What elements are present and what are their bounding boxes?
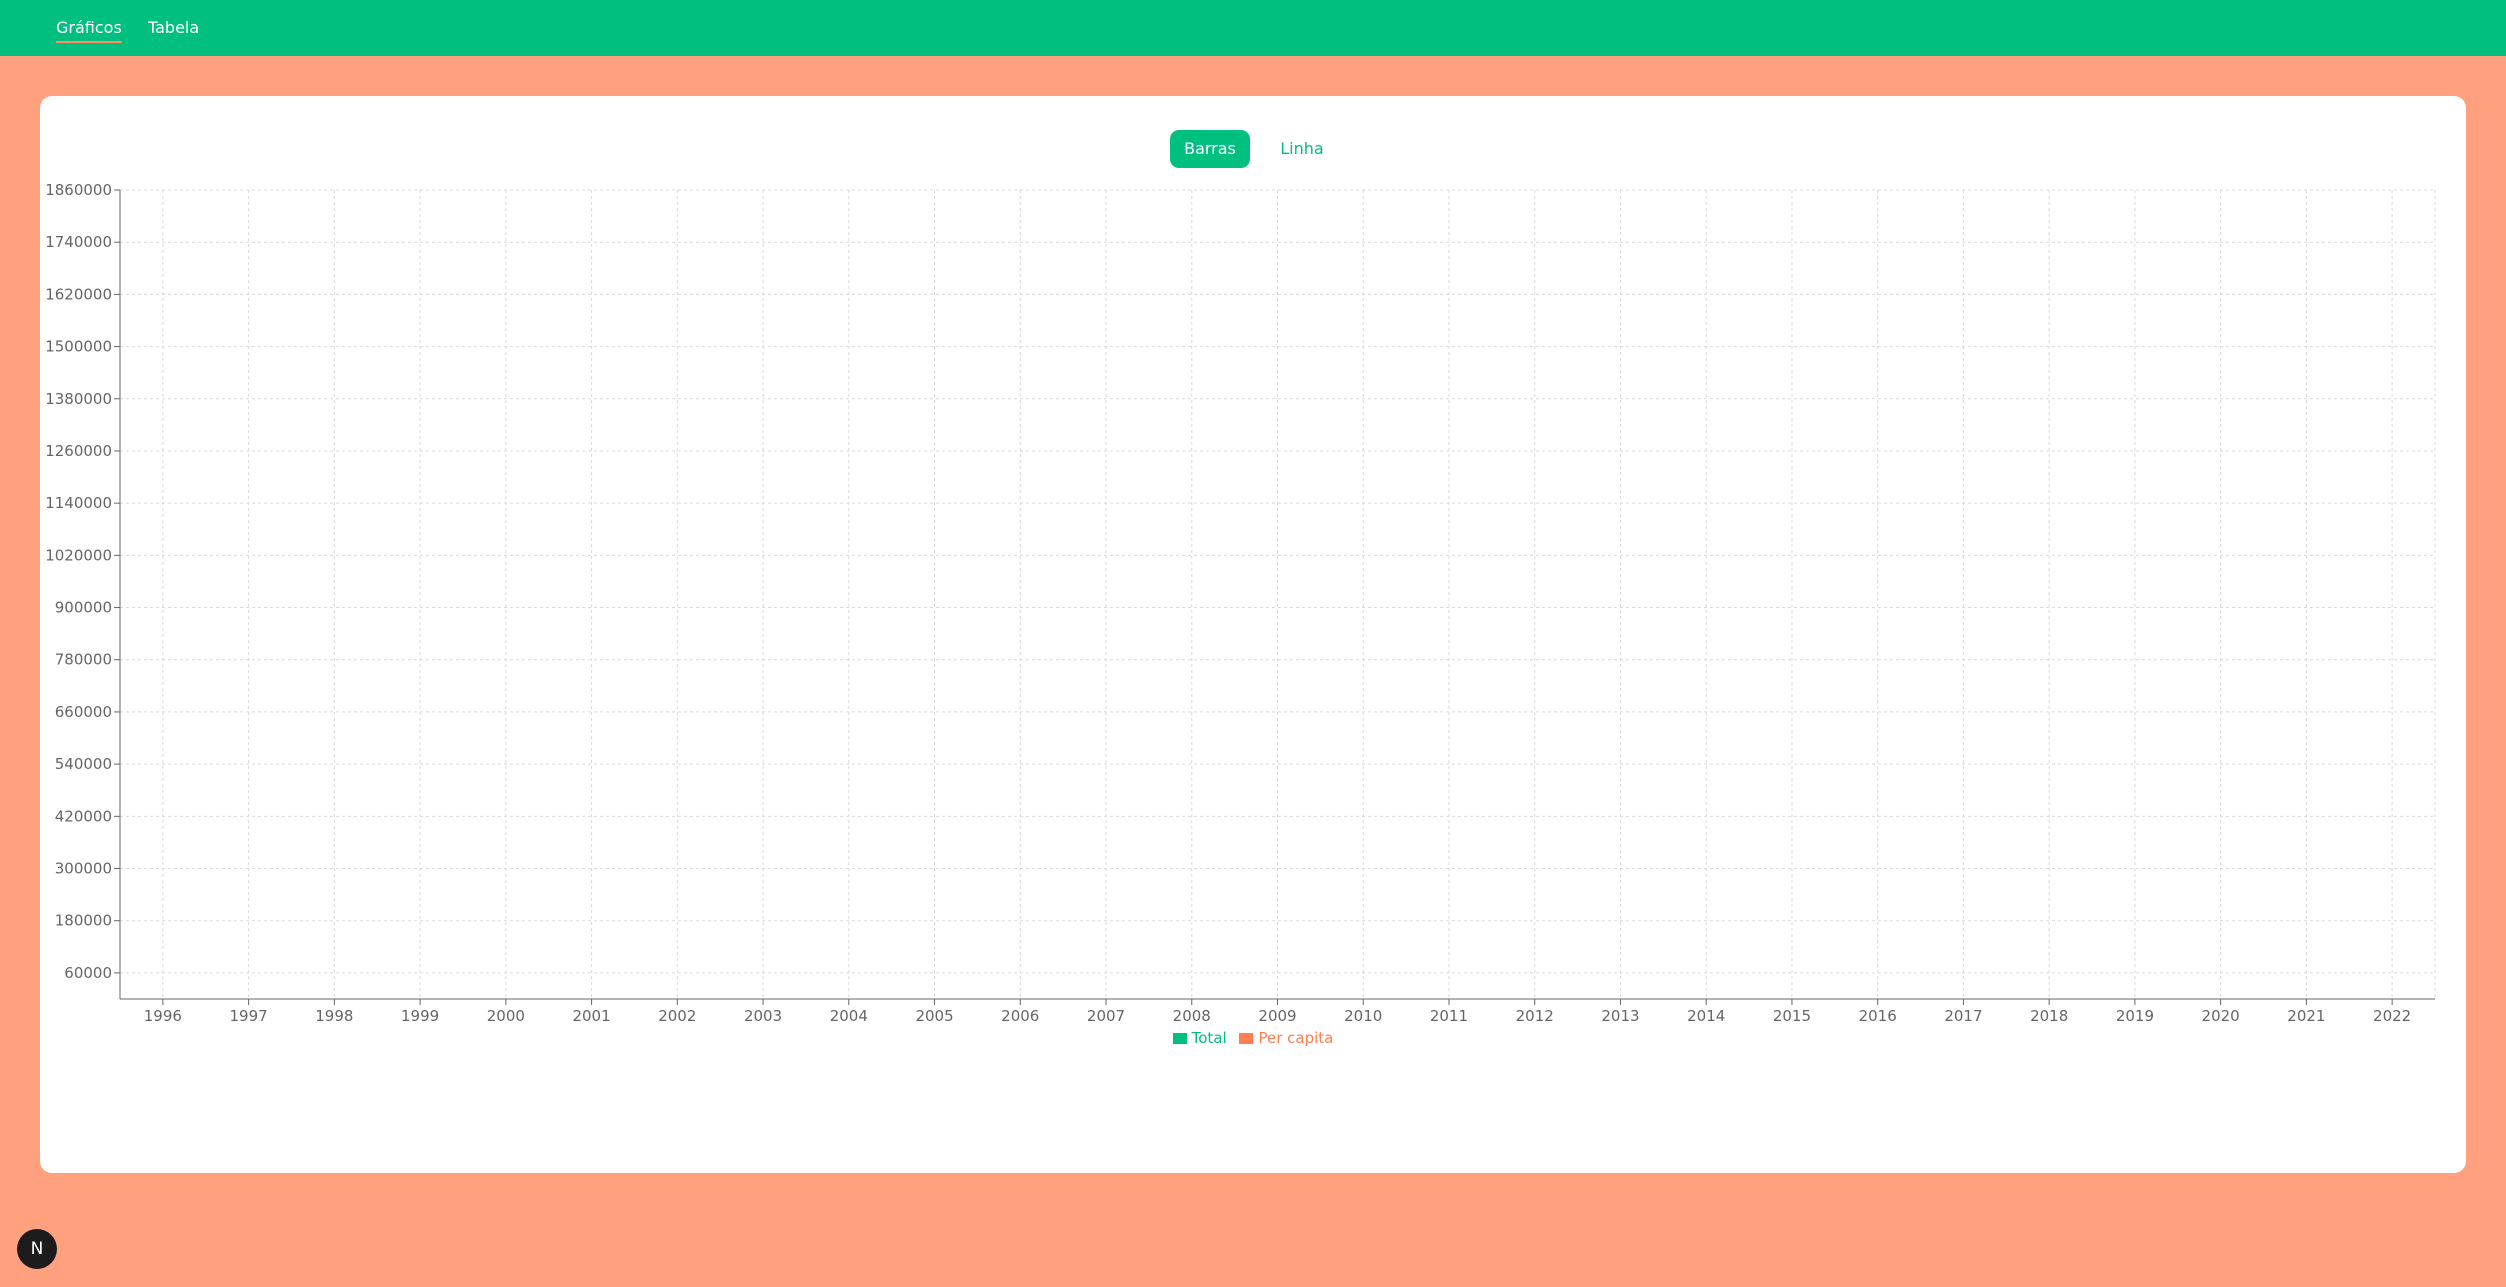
legend-label-total: Total bbox=[1191, 1029, 1227, 1047]
x-tick-label: 2009 bbox=[1258, 1007, 1296, 1025]
legend-item-total[interactable]: Total bbox=[1172, 1029, 1227, 1047]
chart-card: Barras Linha 60000 180000 300000 420000 5400… bbox=[40, 96, 2466, 1173]
y-tick-label: 900000 bbox=[55, 599, 112, 617]
y-tick-label: 1740000 bbox=[45, 233, 112, 251]
x-tick-label: 2012 bbox=[1516, 1007, 1554, 1025]
x-tick-label: 2001 bbox=[572, 1007, 610, 1025]
x-tick-label: 2013 bbox=[1601, 1007, 1639, 1025]
nav-link-tabela[interactable]: Tabela bbox=[148, 18, 199, 41]
x-tick-label: 2016 bbox=[1859, 1007, 1897, 1025]
y-tick-label: 1500000 bbox=[45, 338, 112, 356]
y-tick-label: 1020000 bbox=[45, 546, 112, 564]
top-navbar: Gráficos Tabela bbox=[0, 0, 2506, 56]
y-tick-label: 1620000 bbox=[45, 285, 112, 303]
x-tick-label: 2022 bbox=[2373, 1007, 2411, 1025]
y-tick-label: 420000 bbox=[55, 807, 112, 825]
x-tick-label: 1998 bbox=[315, 1007, 353, 1025]
y-tick-label: 300000 bbox=[55, 860, 112, 878]
x-tick-label: 2006 bbox=[1001, 1007, 1039, 1025]
legend-item-per-capita[interactable]: Per capita bbox=[1239, 1029, 1333, 1047]
x-tick-label: 1997 bbox=[230, 1007, 268, 1025]
x-tick-label: 2011 bbox=[1430, 1007, 1468, 1025]
legend-label-per-capita: Per capita bbox=[1258, 1029, 1334, 1047]
x-tick-label: 1999 bbox=[401, 1007, 439, 1025]
y-tick-label: 1380000 bbox=[45, 390, 112, 408]
x-tick-label: 2010 bbox=[1344, 1007, 1382, 1025]
legend-swatch-total bbox=[1172, 1032, 1187, 1044]
y-tick-label: 1860000 bbox=[45, 181, 112, 199]
chart-legend: Total Per capita bbox=[40, 1029, 2466, 1048]
x-tick-label: 2003 bbox=[744, 1007, 782, 1025]
x-tick-label: 2020 bbox=[2202, 1007, 2240, 1025]
y-tick-label: 180000 bbox=[55, 912, 112, 930]
y-tick-label: 780000 bbox=[55, 651, 112, 669]
x-tick-label: 2014 bbox=[1687, 1007, 1725, 1025]
x-tick-label: 2021 bbox=[2287, 1007, 2325, 1025]
x-tick-label: 2015 bbox=[1773, 1007, 1811, 1025]
nav-link-graficos[interactable]: Gráficos bbox=[56, 18, 122, 43]
nextjs-dev-badge-icon[interactable]: N bbox=[17, 1229, 57, 1269]
x-tick-label: 2007 bbox=[1087, 1007, 1125, 1025]
x-tick-label: 2004 bbox=[830, 1007, 868, 1025]
x-tick-label: 2008 bbox=[1173, 1007, 1211, 1025]
legend-swatch-per-capita bbox=[1239, 1032, 1254, 1044]
y-tick-label: 60000 bbox=[64, 964, 112, 982]
x-tick-label: 2005 bbox=[915, 1007, 953, 1025]
bar-chart: 60000 180000 300000 420000 540000 660000 78000… bbox=[45, 181, 2436, 1025]
x-tick-label: 2018 bbox=[2030, 1007, 2068, 1025]
y-tick-label: 1140000 bbox=[45, 494, 112, 512]
x-tick-label: 2019 bbox=[2116, 1007, 2154, 1025]
y-tick-label: 540000 bbox=[55, 755, 112, 773]
y-tick-label: 1260000 bbox=[45, 442, 112, 460]
x-tick-label: 2002 bbox=[658, 1007, 696, 1025]
x-tick-label: 2000 bbox=[487, 1007, 525, 1025]
x-tick-label: 1996 bbox=[144, 1007, 182, 1025]
y-tick-label: 660000 bbox=[55, 703, 112, 721]
x-tick-label: 2017 bbox=[1944, 1007, 1982, 1025]
